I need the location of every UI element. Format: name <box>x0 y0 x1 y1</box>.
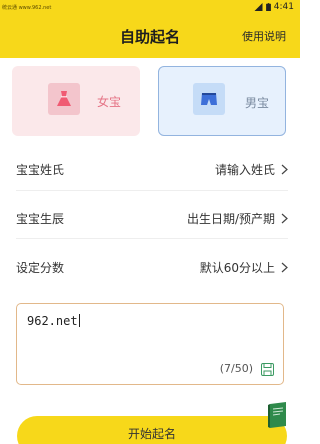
surname-row[interactable]: 宝宝姓氏 请输入姓氏 <box>16 157 288 181</box>
score-value: 默认60分以上 <box>200 259 288 276</box>
birth-row[interactable]: 宝宝生辰 出生日期/预产期 <box>16 206 288 230</box>
birth-label: 宝宝生辰 <box>16 211 65 226</box>
birth-value: 出生日期/预产期 <box>187 210 288 227</box>
start-naming-button[interactable]: 开始起名 <box>17 416 287 444</box>
surname-value: 请输入姓氏 <box>215 161 288 178</box>
chevron-right-icon <box>281 213 288 223</box>
save-icon[interactable] <box>261 363 274 376</box>
name-note-textarea[interactable]: 962.net (7/50) <box>16 303 284 385</box>
male-option-card[interactable]: 男宝 <box>158 66 286 136</box>
score-value-text: 默认60分以上 <box>199 260 275 275</box>
header-bar: 自助起名 使用说明 <box>0 14 300 58</box>
score-row[interactable]: 设定分数 默认60分以上 <box>16 255 288 279</box>
female-option-card[interactable]: 女宝 <box>12 66 140 136</box>
status-icons: 4:41 <box>254 2 294 12</box>
signal-icon <box>254 3 263 11</box>
help-link[interactable]: 使用说明 <box>242 28 286 44</box>
status-time: 4:41 <box>273 2 294 12</box>
textarea-content: 962.net <box>27 314 80 328</box>
status-bar: 统云通 www.962.net 4:41 <box>0 0 300 14</box>
female-label: 女宝 <box>97 95 122 109</box>
char-count: (7/50) <box>219 362 253 375</box>
score-label: 设定分数 <box>16 260 65 275</box>
status-watermark: 统云通 www.962.net <box>2 4 52 11</box>
surname-label: 宝宝姓氏 <box>16 162 65 177</box>
divider <box>16 190 288 191</box>
shorts-icon <box>193 83 225 115</box>
chevron-right-icon <box>281 262 288 272</box>
surname-placeholder: 请输入姓氏 <box>214 162 275 177</box>
dress-icon <box>48 83 80 115</box>
book-icon[interactable] <box>265 400 291 430</box>
text-caret <box>78 314 80 327</box>
start-naming-label: 开始起名 <box>127 427 176 441</box>
battery-icon <box>265 3 271 11</box>
textarea-value: 962.net <box>27 314 78 328</box>
chevron-right-icon <box>281 164 288 174</box>
male-label: 男宝 <box>245 96 270 110</box>
birth-placeholder: 出生日期/预产期 <box>186 211 275 226</box>
divider <box>16 238 288 239</box>
